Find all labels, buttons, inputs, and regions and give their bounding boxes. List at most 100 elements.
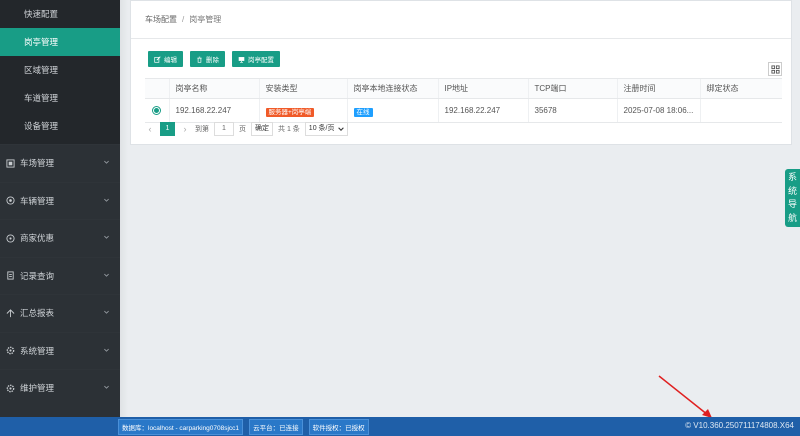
sidebar-group-vehicle[interactable]: 车辆管理 [0, 181, 120, 220]
sidebar-group-label: 维护管理 [20, 383, 55, 394]
edit-icon [154, 55, 161, 63]
sidebar-item-area-management[interactable]: 区域管理 [0, 56, 120, 84]
table-header[interactable]: TCP端口 [527, 78, 617, 99]
gear-icon [6, 346, 15, 355]
sidebar-group-label: 车辆管理 [20, 195, 55, 206]
sidebar-item-lane-management[interactable]: 车道管理 [0, 84, 120, 112]
sysnav-char: 系 [787, 172, 797, 182]
install-type-badge: 服务器+岗亭端 [265, 107, 315, 117]
conn-status-cell: 在线 [346, 98, 438, 123]
edit-button-label: 编辑 [164, 57, 177, 64]
breadcrumb-separator: / [182, 15, 185, 24]
chevron-down-icon [104, 386, 109, 390]
database-status: 数据库：localhost - carparking0708sjcc1 [118, 418, 244, 435]
table-header[interactable]: 注册时间 [616, 78, 700, 99]
monitor-icon [238, 56, 245, 63]
table-header[interactable]: 安装类型 [258, 78, 347, 99]
table-header-select [145, 78, 169, 99]
chevron-down-icon [104, 198, 109, 202]
page-size-select[interactable]: 10 条/页 [304, 122, 349, 136]
table-row[interactable]: 192.168.22.247 服务器+岗亭端 在线 192.168.22.247… [145, 98, 782, 123]
report-icon [6, 309, 15, 318]
sidebar-shadow [120, 0, 128, 417]
pagination: ‹ 1 › 到第 1 页 确定 共 1 条 10 条/页 [145, 122, 349, 136]
main-content: 车场配置 / 岗亭管理 编辑 删除 岗亭配置 岗亭名称 安装类型 岗亭本地连接状… [120, 0, 800, 417]
page-number-current[interactable]: 1 [160, 122, 175, 136]
sidebar-submenu: 快速配置 岗亭管理 区域管理 车道管理 设备管理 [0, 0, 120, 144]
sidebar-group-maintenance[interactable]: 维护管理 [0, 369, 120, 407]
cloud-status: 云平台：已连接 [249, 418, 303, 435]
sidebar-group-label: 系统管理 [20, 345, 55, 356]
ip-cell: 192.168.22.247 [437, 98, 528, 123]
record-icon [6, 271, 15, 280]
breadcrumb-current: 岗亭管理 [189, 15, 222, 24]
table-header[interactable]: IP地址 [437, 78, 528, 99]
bind-status-cell [699, 98, 782, 123]
total-count: 共 1 条 [278, 126, 300, 133]
install-type-cell: 服务器+岗亭端 [258, 98, 347, 123]
port-cell: 35678 [527, 98, 617, 123]
sysnav-char: 航 [787, 212, 797, 223]
sidebar-item-device-management[interactable]: 设备管理 [0, 112, 120, 140]
table-header[interactable]: 岗亭本地连接状态 [346, 78, 438, 99]
table-header[interactable]: 岗亭名称 [168, 78, 259, 99]
discount-icon [6, 234, 15, 243]
sidebar-group-parking[interactable]: 车场管理 [0, 144, 120, 182]
license-status: 软件授权：已授权 [308, 418, 369, 435]
chevron-down-icon [104, 311, 109, 315]
goto-confirm-button[interactable]: 确定 [251, 122, 273, 136]
booth-panel: 车场配置 / 岗亭管理 编辑 删除 岗亭配置 岗亭名称 安装类型 岗亭本地连接状… [130, 0, 792, 145]
chevron-down-icon [104, 273, 109, 277]
sysnav-char: 统 [787, 185, 797, 196]
sidebar-group-system[interactable]: 系统管理 [0, 331, 120, 370]
wrench-icon [6, 384, 15, 393]
delete-button-label: 删除 [206, 57, 219, 64]
goto-page-input[interactable]: 1 [214, 122, 234, 136]
edit-button[interactable]: 编辑 [148, 51, 183, 67]
car-icon [6, 196, 15, 205]
table-header-row: 岗亭名称 安装类型 岗亭本地连接状态 IP地址 TCP端口 注册时间 绑定状态 [145, 78, 782, 99]
breadcrumb: 车场配置 / 岗亭管理 [145, 14, 221, 25]
next-page-button[interactable]: › [180, 124, 190, 134]
sysnav-char: 导 [787, 199, 797, 209]
sidebar-group-reports[interactable]: 汇总报表 [0, 294, 120, 332]
red-arrow-annotation [658, 375, 712, 418]
sidebar-group-label: 记录查询 [20, 270, 55, 281]
chevron-down-icon [104, 236, 109, 240]
row-select-cell[interactable] [145, 98, 169, 123]
parking-icon [6, 159, 15, 168]
chevron-down-icon [104, 161, 109, 165]
grid-icon [770, 64, 780, 74]
sidebar: 快速配置 岗亭管理 区域管理 车道管理 设备管理 车场管理 车辆管理 商家优惠 … [0, 0, 120, 417]
system-nav-button[interactable]: 系 统 导 航 [785, 169, 800, 227]
booth-table: 岗亭名称 安装类型 岗亭本地连接状态 IP地址 TCP端口 注册时间 绑定状态 … [145, 78, 782, 123]
chevron-down-icon [338, 127, 345, 131]
sidebar-group-label: 商家优惠 [20, 233, 55, 244]
sidebar-group-records[interactable]: 记录查询 [0, 256, 120, 295]
reg-time-cell: 2025-07-08 18:06... [616, 98, 700, 123]
status-bar: 数据库：localhost - carparking0708sjcc1 云平台：… [0, 417, 800, 436]
divider [131, 38, 791, 39]
booth-config-button[interactable]: 岗亭配置 [232, 51, 280, 67]
page-size-value: 10 条/页 [308, 125, 335, 132]
breadcrumb-parent[interactable]: 车场配置 [145, 15, 177, 24]
trash-icon [197, 56, 202, 63]
booth-name-cell: 192.168.22.247 [168, 98, 259, 123]
goto-suffix-label: 页 [239, 126, 246, 133]
status-badge: 在线 [353, 107, 373, 117]
chevron-down-icon [104, 348, 109, 352]
sidebar-item-booth-management[interactable]: 岗亭管理 [0, 28, 120, 56]
delete-button[interactable]: 删除 [190, 51, 225, 67]
table-header[interactable]: 绑定状态 [699, 78, 782, 99]
column-settings-button[interactable] [768, 62, 782, 76]
prev-page-button[interactable]: ‹ [145, 124, 155, 134]
version-label: © V10.360.250711174808.X64 [685, 421, 794, 430]
sidebar-group-label: 车场管理 [20, 158, 55, 169]
goto-prefix-label: 到第 [195, 126, 209, 133]
row-radio[interactable] [152, 106, 162, 115]
sidebar-group-label: 汇总报表 [20, 308, 55, 319]
sidebar-item-quick-config[interactable]: 快速配置 [0, 0, 120, 28]
booth-config-button-label: 岗亭配置 [248, 57, 274, 64]
sidebar-group-merchant[interactable]: 商家优惠 [0, 219, 120, 257]
toolbar: 编辑 删除 岗亭配置 [148, 51, 280, 67]
